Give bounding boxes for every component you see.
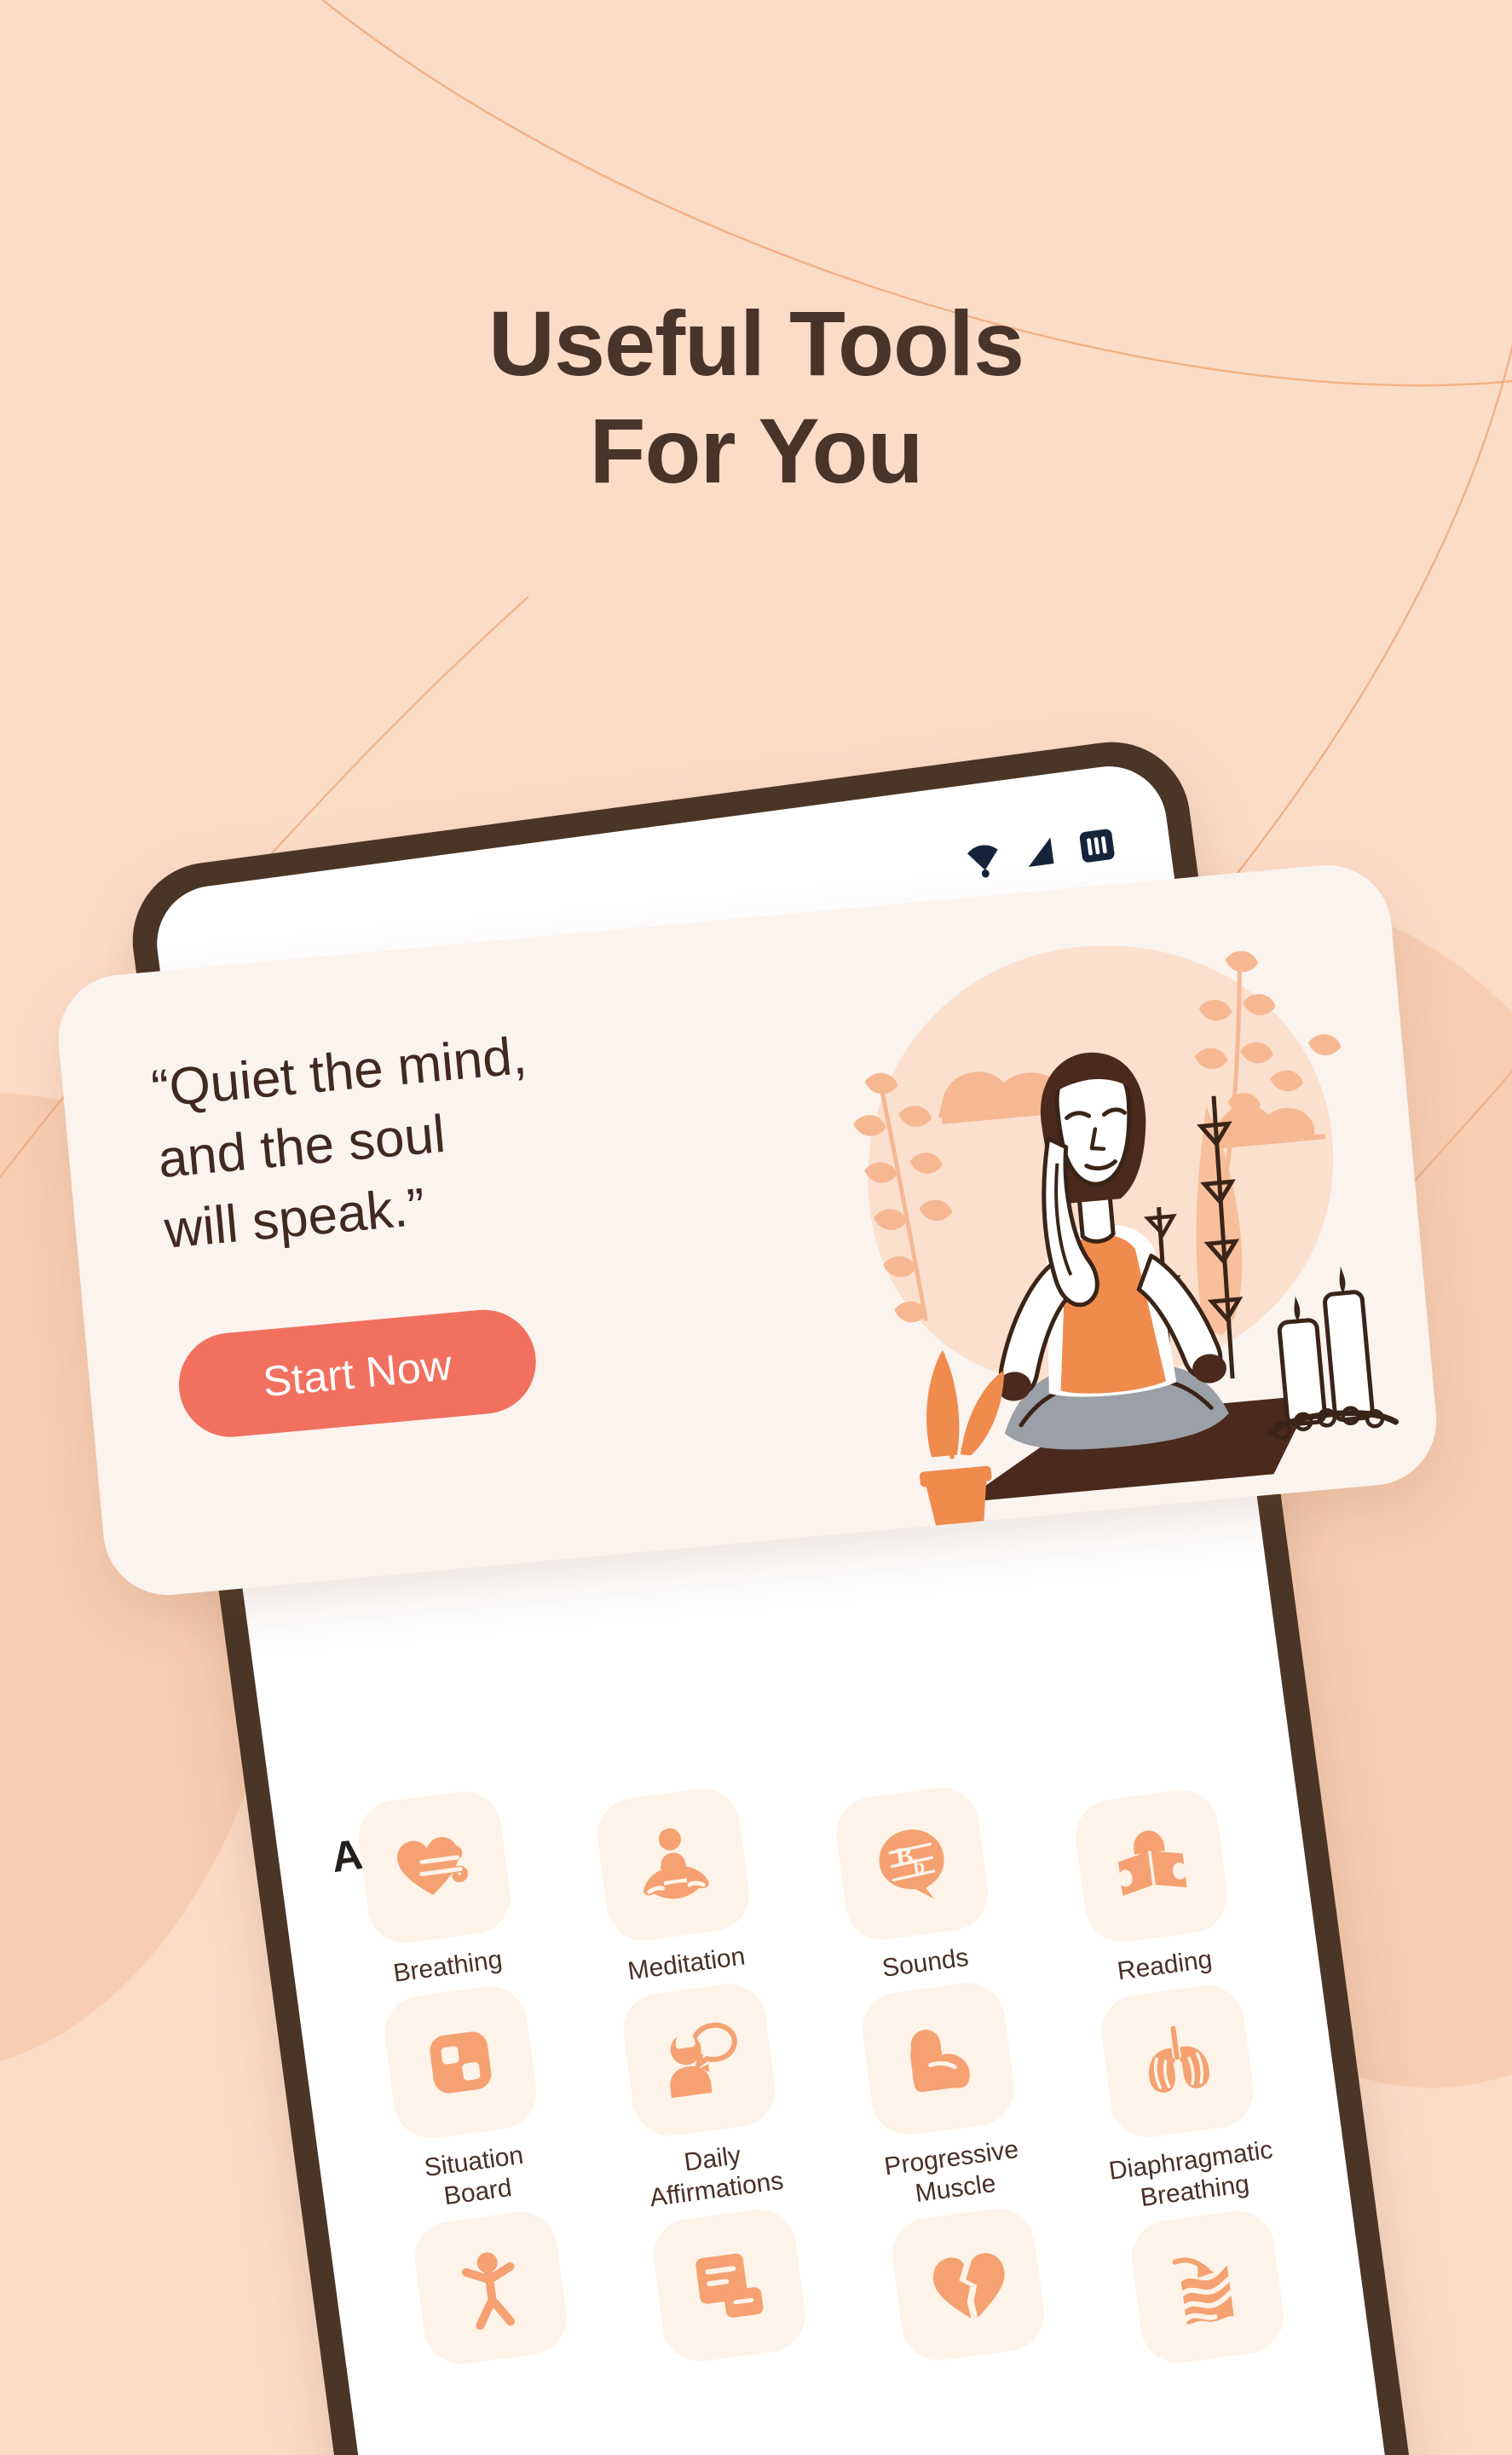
person-reading-book-icon <box>1118 1830 1187 1897</box>
lotus-pose-icon <box>643 1828 709 1899</box>
lungs-diaphragm-icon <box>1148 2025 1209 2093</box>
speech-bubble-bb-icon: B b <box>879 1829 944 1899</box>
tool-item-row3-3[interactable] <box>843 2193 1099 2418</box>
page-title: Useful Tools For You <box>0 296 1512 503</box>
tool-item-row3-2[interactable] <box>604 2194 864 2450</box>
headline-line-2: For You <box>589 399 924 503</box>
tool-tile <box>857 1978 1019 2140</box>
quote-text: “Quiet the mind, and the soul will speak… <box>149 1025 529 1260</box>
tool-tile <box>649 2204 811 2366</box>
tool-tile <box>379 1981 541 2143</box>
start-now-button[interactable]: Start Now <box>174 1305 541 1441</box>
status-bar-icons <box>962 825 1119 881</box>
person-stretch-icon <box>461 2252 516 2330</box>
tool-tile <box>410 2207 572 2369</box>
signal-icon <box>1028 837 1054 868</box>
tool-item-reading[interactable]: Reading <box>1026 1775 1282 1997</box>
person-speech-bubble-icon <box>670 2022 737 2098</box>
flexed-bicep-icon <box>910 2029 970 2092</box>
wifi-icon <box>967 845 998 878</box>
descending-wave-arrow-icon <box>1172 2257 1234 2325</box>
tool-tile <box>592 1784 754 1945</box>
tool-tile: B b <box>831 1782 993 1944</box>
tool-tile <box>1071 1785 1232 1947</box>
tool-item-row3-1[interactable] <box>366 2197 629 2455</box>
tool-tile <box>1127 2206 1289 2368</box>
heart-wind-icon <box>397 1837 468 1896</box>
broken-heart-icon <box>932 2253 1005 2319</box>
board-squares-icon <box>430 2031 492 2094</box>
battery-icon <box>1079 829 1115 863</box>
quote-card: “Quiet the mind, and the soul will speak… <box>53 859 1442 1601</box>
tool-tile <box>354 1787 516 1948</box>
headline-line-1: Useful Tools <box>488 292 1024 395</box>
tool-item-row3-4[interactable] <box>1082 2195 1334 2386</box>
tool-item-diaphragmatic-breathing[interactable]: Diaphragmatic Breathing <box>1053 1970 1312 2223</box>
meditating-woman-illustration <box>853 945 1399 1528</box>
ai-tools-grid: Breathing Meditation B b Sounds Reading … <box>322 1775 1334 2455</box>
tool-tile <box>618 1978 780 2140</box>
tool-tile <box>887 2204 1049 2365</box>
ai-tools-section: AI Tools Breathing <box>276 1706 1404 2455</box>
tool-tile <box>1097 1980 1258 2142</box>
document-lines-icon <box>695 2253 764 2318</box>
